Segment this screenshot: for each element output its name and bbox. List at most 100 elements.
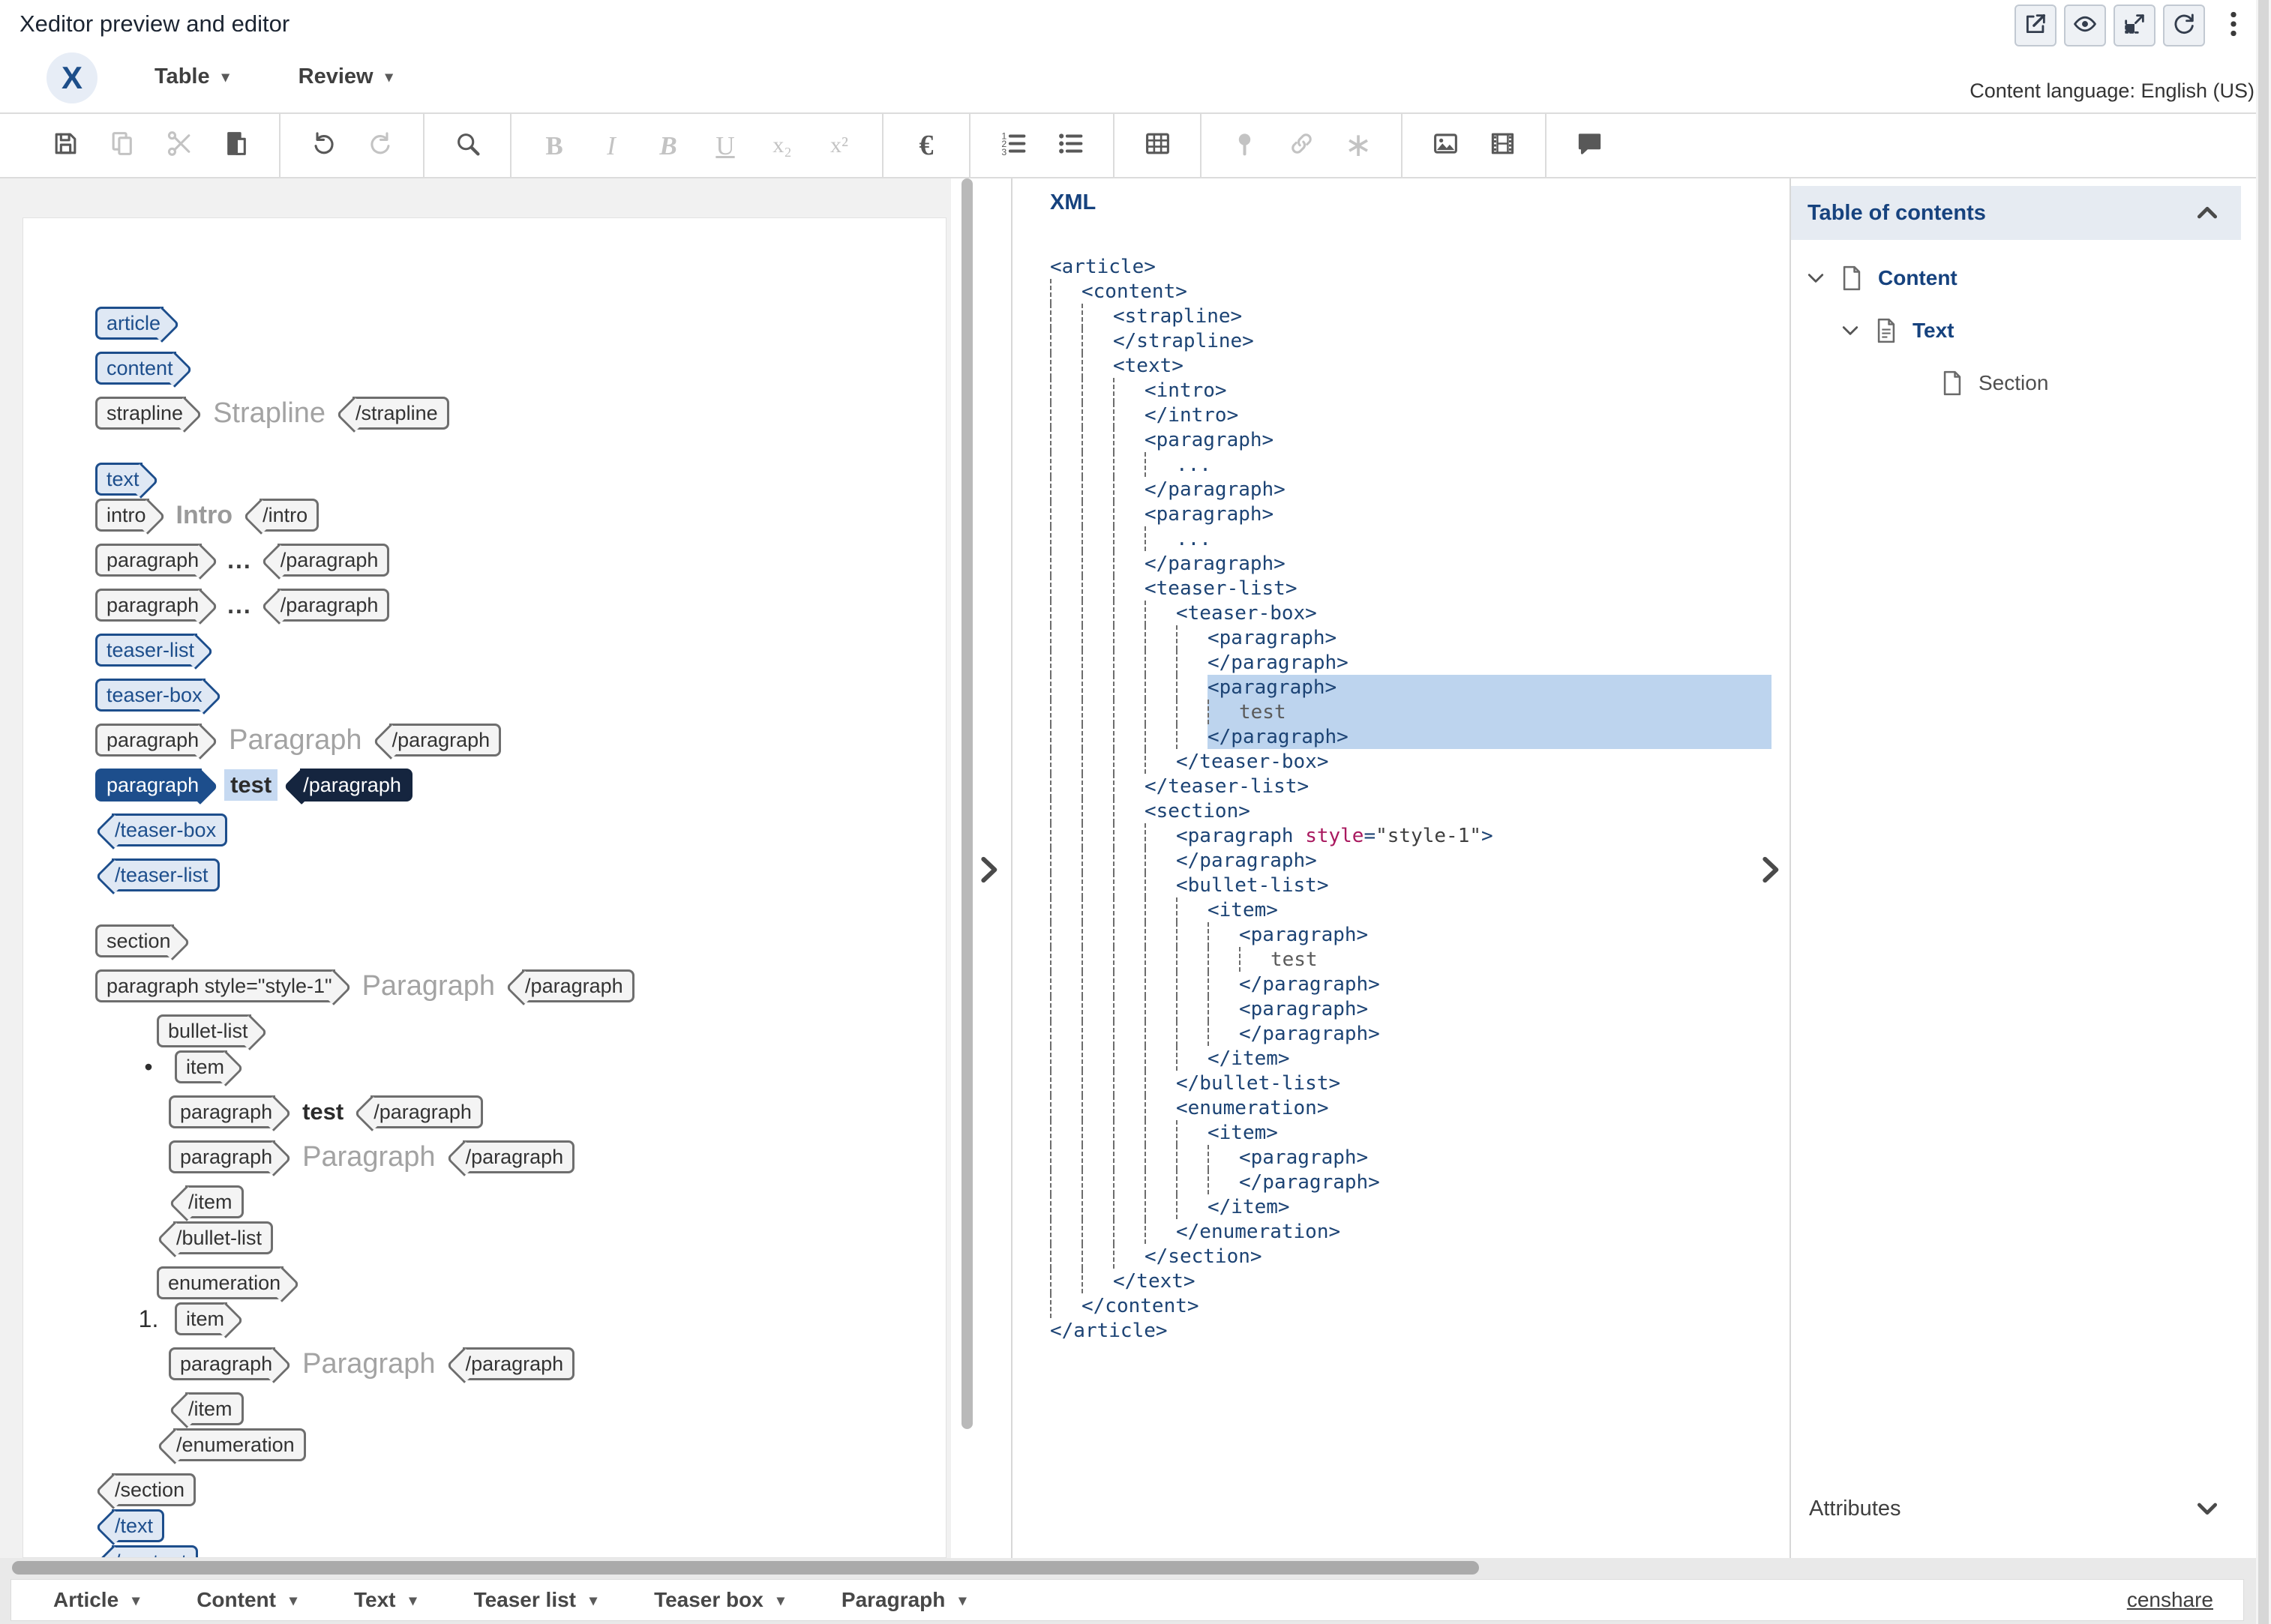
path-teaser-list[interactable]: Teaser list▾ (474, 1588, 598, 1612)
placeholder-text[interactable]: Strapline (208, 397, 330, 430)
subscript-button[interactable]: x₂ (765, 123, 800, 168)
pill-strapline[interactable]: /strapline (352, 397, 449, 430)
pill-paragraph[interactable]: paragraph (95, 769, 202, 802)
pill-section[interactable]: section (95, 924, 174, 957)
collapse-toc-chevron-up-icon[interactable] (2194, 200, 2220, 226)
path-text[interactable]: Text▾ (354, 1588, 417, 1612)
pill-paragraph[interactable]: /paragraph (463, 1347, 575, 1380)
refresh-button[interactable] (2163, 4, 2205, 46)
pill-text[interactable]: text (95, 463, 142, 496)
pill-teaser-list[interactable]: /teaser-list (112, 858, 220, 891)
pill-paragraph[interactable]: paragraph style="style-1" (95, 969, 335, 1002)
text-content[interactable]: test (224, 769, 278, 801)
toc-item-content[interactable]: Content (1791, 252, 2241, 304)
collapse-xml-chevron-icon[interactable] (1755, 855, 1785, 888)
path-label: Content (196, 1588, 276, 1612)
table-button[interactable] (1140, 123, 1174, 168)
pill-paragraph[interactable]: /paragraph (278, 589, 390, 622)
placeholder-text[interactable]: Paragraph (298, 1348, 440, 1380)
xml-source-panel[interactable]: XML <article><content><strapline></strap… (1011, 178, 1788, 1558)
resize-button[interactable] (2114, 4, 2156, 46)
toc-item-text[interactable]: Text (1791, 304, 2241, 357)
comment-button[interactable] (1572, 123, 1606, 168)
pin-button[interactable] (1227, 123, 1262, 168)
placeholder-text[interactable]: Paragraph (358, 970, 500, 1002)
pill-paragraph[interactable]: /paragraph (389, 724, 502, 757)
horizontal-scrollbar[interactable] (12, 1561, 1479, 1575)
placeholder-text[interactable]: Intro (172, 501, 238, 530)
path-teaser-box[interactable]: Teaser box▾ (654, 1588, 784, 1612)
censhare-link[interactable]: censhare (2127, 1588, 2213, 1612)
undo-button[interactable] (306, 123, 340, 168)
pill-bullet-list[interactable]: bullet-list (157, 1014, 251, 1047)
toc-item-section[interactable]: Section (1791, 357, 2241, 409)
film-button[interactable] (1485, 123, 1520, 168)
expand-attributes-chevron-down-icon[interactable] (2194, 1496, 2220, 1521)
pill-paragraph[interactable]: /paragraph (463, 1140, 575, 1173)
pill-paragraph[interactable]: paragraph (169, 1140, 275, 1173)
pill-paragraph[interactable]: paragraph (169, 1347, 275, 1380)
image-button[interactable] (1428, 123, 1462, 168)
link-button[interactable] (1284, 123, 1318, 168)
pill-paragraph[interactable]: paragraph (95, 544, 202, 577)
pill-teaser-list[interactable]: teaser-list (95, 634, 197, 667)
italic-button[interactable]: I (594, 123, 628, 168)
pill-item[interactable]: item (175, 1050, 227, 1083)
path-article[interactable]: Article▾ (53, 1588, 140, 1612)
search-button[interactable] (450, 123, 484, 168)
collapse-editor-chevron-icon[interactable] (974, 855, 1004, 888)
pill-article[interactable]: article (95, 307, 164, 340)
copy-button[interactable] (105, 123, 140, 168)
pill-section[interactable]: /section (112, 1473, 196, 1506)
path-paragraph[interactable]: Paragraph▾ (842, 1588, 967, 1612)
pill-intro[interactable]: /intro (260, 499, 319, 532)
special-char-button[interactable]: ∗ (1341, 123, 1376, 168)
pill-text[interactable]: /text (112, 1509, 164, 1542)
euro-button[interactable]: € (909, 123, 944, 168)
pill-item[interactable]: /item (185, 1185, 244, 1218)
bold-button[interactable]: B (537, 123, 572, 168)
pill-bullet-list[interactable]: /bullet-list (173, 1221, 273, 1254)
pill-enumeration[interactable]: /enumeration (173, 1428, 306, 1461)
bold-italic-button[interactable]: B (651, 123, 686, 168)
pill-paragraph[interactable]: paragraph (169, 1095, 275, 1128)
pill-item[interactable]: item (175, 1302, 227, 1335)
pill-paragraph[interactable]: /paragraph (300, 769, 412, 802)
underline-button[interactable]: U (708, 123, 742, 168)
redo-button[interactable] (363, 123, 398, 168)
document-page[interactable]: article content strapline Strapline/strapli… (22, 217, 946, 1558)
menu-table[interactable]: Table▾ (154, 64, 230, 89)
pill-paragraph[interactable]: paragraph (95, 724, 202, 757)
chevron-down-icon[interactable] (1804, 265, 1832, 292)
chevron-down-icon[interactable] (1839, 317, 1866, 344)
pill-strapline[interactable]: strapline (95, 397, 186, 430)
path-content[interactable]: Content▾ (196, 1588, 297, 1612)
superscript-button[interactable]: x² (822, 123, 856, 168)
pill-paragraph[interactable]: /paragraph (278, 544, 390, 577)
more-options-button[interactable] (2217, 9, 2250, 42)
placeholder-text[interactable]: Paragraph (298, 1141, 440, 1173)
menu-review[interactable]: Review▾ (298, 64, 393, 89)
pill-paragraph[interactable]: paragraph (95, 589, 202, 622)
pill-paragraph[interactable]: /paragraph (370, 1095, 483, 1128)
placeholder-text[interactable]: Paragraph (224, 724, 366, 757)
pill-item[interactable]: /item (185, 1392, 244, 1425)
pill-intro[interactable]: intro (95, 499, 149, 532)
preview-eye-button[interactable] (2064, 4, 2106, 46)
editor-vertical-scrollbar[interactable] (962, 178, 973, 1429)
save-button[interactable] (48, 123, 82, 168)
pill-enumeration[interactable]: enumeration (157, 1266, 284, 1299)
pill-teaser-box[interactable]: teaser-box (95, 679, 206, 712)
attributes-section[interactable]: Attributes (1791, 1485, 2241, 1533)
unordered-list-button[interactable] (1053, 123, 1088, 168)
pill-content[interactable]: content (95, 352, 176, 385)
window-scrollbar[interactable] (2256, 0, 2271, 1624)
pill-teaser-box[interactable]: /teaser-box (112, 813, 227, 846)
ordered-list-button[interactable]: 123 (996, 123, 1030, 168)
pill-content[interactable]: /content (112, 1545, 198, 1558)
open-in-new-button[interactable] (2014, 4, 2056, 46)
text-content[interactable]: test (298, 1098, 348, 1125)
paste-button[interactable] (219, 123, 254, 168)
cut-button[interactable] (162, 123, 196, 168)
pill-paragraph[interactable]: /paragraph (522, 969, 634, 1002)
